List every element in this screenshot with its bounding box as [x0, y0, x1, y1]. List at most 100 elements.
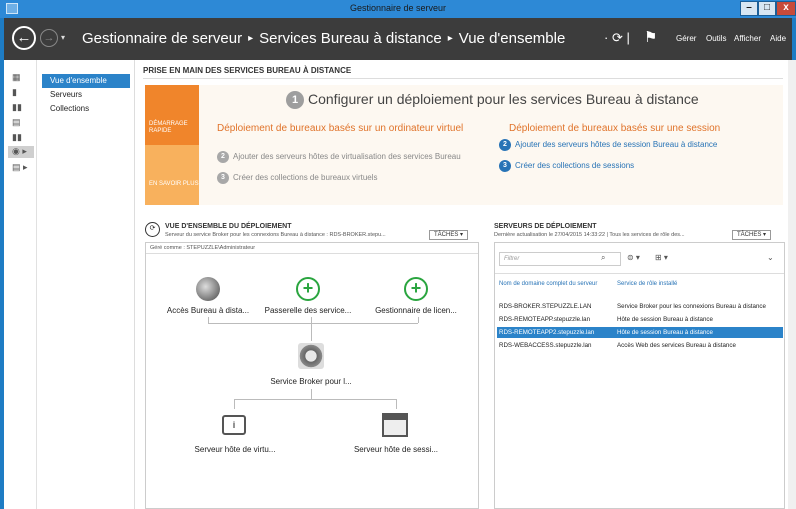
server-name: RDS-BROKER.STEPUZZLE.LAN — [499, 303, 592, 310]
search-icon[interactable]: ⌕ — [601, 253, 605, 263]
table-row[interactable]: RDS-BROKER.STEPUZZLE.LAN Service Broker … — [497, 301, 783, 312]
role-gateway[interactable]: Passerelle des service... — [258, 306, 358, 315]
minimize-button[interactable]: – — [740, 1, 758, 16]
managed-as-label: Géré comme : STEPUZZLE\Administrateur — [150, 245, 256, 251]
maximize-button[interactable]: □ — [758, 1, 776, 16]
refresh-icon[interactable]: · ⟳ | — [604, 30, 630, 46]
table-row-selected[interactable]: RDS-REMOTEAPP2.stepuzzle.lan Hôte de ses… — [497, 327, 783, 338]
connector-line — [208, 317, 209, 323]
server-role: Hôte de session Bureau à distance — [617, 329, 713, 336]
connector-line — [234, 399, 396, 400]
deployment-overview-diagram: Géré comme : STEPUZZLE\Administrateur Ac… — [145, 242, 479, 509]
virtualization-host-icon[interactable]: i — [222, 415, 246, 435]
breadcrumb: Gestionnaire de serveur ▸ Services Bureau … — [82, 30, 565, 47]
divider — [146, 253, 478, 254]
local-server-icon[interactable]: ▮ — [12, 87, 30, 99]
overview-subtitle: Serveur du service Broker pour les conne… — [165, 232, 386, 238]
step-label: Ajouter des serveurs hôtes de virtualisa… — [233, 152, 461, 161]
role-session-host[interactable]: Serveur hôte de sessi... — [342, 445, 450, 454]
role-broker[interactable]: Service Broker pour l... — [258, 377, 364, 386]
server-role: Hôte de session Bureau à distance — [617, 316, 713, 323]
menu-manage[interactable]: Gérer — [676, 34, 696, 43]
notifications-flag-icon[interactable]: ⚑ — [644, 28, 657, 46]
breadcrumb-item[interactable]: Vue d'ensemble — [459, 30, 566, 47]
servers-tasks-dropdown[interactable]: TÂCHES ▾ — [732, 230, 772, 240]
servers-title: SERVEURS DE DÉPLOIEMENT — [494, 223, 597, 230]
session-step-create-collections-link[interactable]: 3 Créer des collections de sessions — [499, 160, 779, 172]
step-number-badge: 2 — [499, 139, 511, 151]
expand-icon[interactable]: ⌄ — [767, 253, 774, 262]
step-label: Créer des collections de bureaux virtuel… — [233, 173, 378, 182]
step-number-badge: 1 — [286, 91, 304, 109]
deployment-servers-panel: Filtrer ⌕ ⊜ ▾ ⊞ ▾ ⌄ Nom de domaine compl… — [494, 242, 785, 509]
add-gateway-icon[interactable]: + — [296, 277, 320, 301]
quickstart-tab[interactable]: DÉMARRAGE RAPIDE — [145, 85, 199, 145]
breadcrumb-separator-icon: ▸ — [447, 33, 453, 44]
overview-title: VUE D'ENSEMBLE DU DÉPLOIEMENT — [165, 223, 292, 230]
quickstart-panel: 1 Configurer un déploiement pour les serv… — [199, 85, 783, 205]
table-row[interactable]: RDS-WEBACCESS.stepuzzle.lan Accès Web de… — [497, 340, 783, 351]
menu-view[interactable]: Afficher — [734, 34, 761, 43]
server-name: RDS-WEBACCESS.stepuzzle.lan — [499, 342, 592, 349]
breadcrumb-separator-icon: ▸ — [248, 33, 254, 44]
server-role: Accès Web des services Bureau à distance — [617, 342, 736, 349]
broker-icon[interactable] — [298, 343, 324, 369]
vm-step-create-collections: 3 Créer des collections de bureaux virtue… — [217, 172, 472, 184]
hyper-v-icon[interactable]: ▮▮ — [12, 132, 30, 144]
sidebar-item-overview[interactable]: Vue d'ensemble — [42, 74, 130, 88]
server-name: RDS-REMOTEAPP.stepuzzle.lan — [499, 316, 591, 323]
session-step-add-hosts-link[interactable]: 2 Ajouter des serveurs hôtes de session B… — [499, 139, 779, 151]
forward-button[interactable]: → — [40, 29, 58, 47]
role-web-access[interactable]: Accès Bureau à dista... — [158, 306, 258, 315]
file-services-icon[interactable]: ▤ — [12, 117, 30, 129]
navigation-icon-column: ▦ ▮ ▮▮ ▤ ▮▮ ◉ ▸ ▤ ▸ — [4, 60, 37, 509]
connector-line — [418, 317, 419, 323]
column-header-role[interactable]: Service de rôle installé — [617, 281, 677, 287]
web-access-globe-icon[interactable] — [196, 277, 220, 301]
tasks-label: TÂCHES — [434, 232, 459, 238]
connector-line — [311, 389, 312, 399]
connector-line — [208, 323, 418, 324]
back-button[interactable]: ← — [12, 26, 36, 50]
vertical-scrollbar[interactable] — [788, 60, 796, 509]
close-button[interactable]: x — [776, 1, 796, 16]
role-virtualization-host[interactable]: Serveur hôte de virtu... — [182, 445, 288, 454]
dashboard-icon[interactable]: ▦ — [12, 72, 30, 84]
server-group-icon[interactable]: ▤ ▸ — [12, 162, 30, 174]
connector-line — [396, 399, 397, 409]
server-role: Service Broker pour les connexions Burea… — [617, 303, 766, 310]
title-bar: Gestionnaire de serveur – □ x — [0, 0, 796, 18]
session-host-server-icon[interactable] — [382, 413, 408, 437]
divider — [495, 273, 784, 274]
quickstart-title: 1 Configurer un déploiement pour les serv… — [286, 91, 699, 109]
role-licensing[interactable]: Gestionnaire de licen... — [366, 306, 466, 315]
divider — [143, 78, 783, 79]
breadcrumb-item[interactable]: Services Bureau à distance — [259, 30, 442, 47]
sidebar-item-servers[interactable]: Serveurs — [42, 88, 130, 102]
all-servers-icon[interactable]: ▮▮ — [12, 102, 30, 114]
save-query-icon[interactable]: ⊞ ▾ — [655, 253, 668, 262]
filter-options-icon[interactable]: ⊜ ▾ — [627, 253, 640, 262]
column-header-fqdn[interactable]: Nom de domaine complet du serveur — [499, 281, 597, 287]
connector-line — [234, 399, 235, 409]
remote-desktop-services-icon[interactable]: ◉ ▸ — [8, 146, 34, 158]
quickstart-section-title: PRISE EN MAIN DES SERVICES BUREAU À DIST… — [143, 66, 352, 75]
step-number-badge: 3 — [217, 172, 229, 184]
window-title: Gestionnaire de serveur — [349, 3, 447, 13]
server-name: RDS-REMOTEAPP2.stepuzzle.lan — [499, 329, 595, 336]
step-label[interactable]: Créer des collections de sessions — [515, 161, 634, 170]
nav-header: ← → ▾ Gestionnaire de serveur ▸ Services B… — [4, 18, 792, 60]
sidebar-item-collections[interactable]: Collections — [42, 102, 130, 116]
breadcrumb-item[interactable]: Gestionnaire de serveur — [82, 30, 242, 47]
overview-tasks-dropdown[interactable]: TÂCHES ▾ — [429, 230, 469, 240]
vm-step-add-virtualization-hosts: 2 Ajouter des serveurs hôtes de virtualis… — [217, 151, 472, 163]
learn-more-tab[interactable]: EN SAVOIR PLUS — [145, 145, 199, 205]
history-dropdown-icon[interactable]: ▾ — [61, 33, 65, 42]
menu-help[interactable]: Aide — [770, 34, 786, 43]
step-label[interactable]: Ajouter des serveurs hôtes de session Bu… — [515, 140, 717, 149]
menu-tools[interactable]: Outils — [706, 34, 726, 43]
deployment-overview-icon: ⟳ — [145, 222, 160, 237]
add-licensing-icon[interactable]: + — [404, 277, 428, 301]
quickstart-title-text: Configurer un déploiement pour les servi… — [308, 91, 699, 107]
table-row[interactable]: RDS-REMOTEAPP.stepuzzle.lan Hôte de sess… — [497, 314, 783, 325]
